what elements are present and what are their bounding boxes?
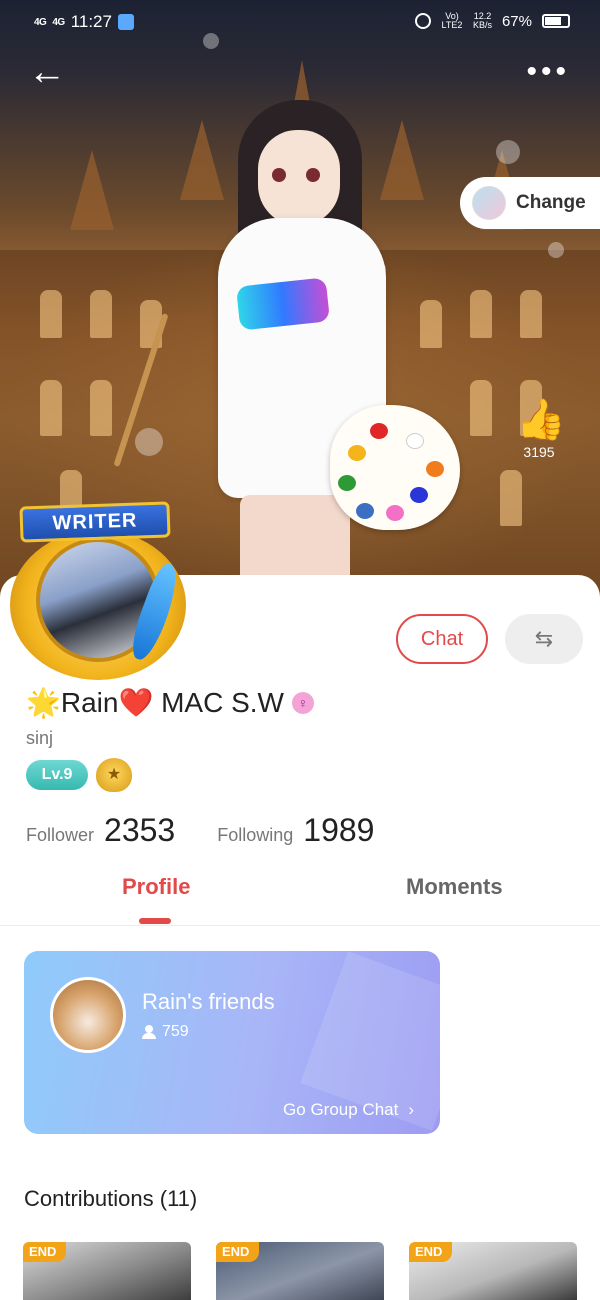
end-badge: END	[216, 1242, 260, 1262]
end-badge: END	[23, 1242, 67, 1262]
volte-indicator: Vo) LTE2	[441, 11, 463, 30]
profile-name: 🌟Rain❤️ MAC S.W	[26, 687, 284, 718]
contribution-book-1[interactable]: END	[23, 1242, 191, 1300]
status-bar: 4G 4G 11:27 Vo) LTE2 12.2 KB/s 67%	[0, 0, 600, 44]
battery-percent: 67%	[501, 12, 532, 30]
go-group-chat-link[interactable]: Go Group Chat ›	[283, 1100, 414, 1120]
go-group-chat-label: Go Group Chat	[283, 1100, 399, 1119]
swap-icon-button[interactable]: ⇆	[505, 614, 583, 664]
app-notification-icon	[117, 14, 134, 30]
more-options-icon[interactable]: •••	[526, 57, 570, 87]
contribution-book-3[interactable]: END	[409, 1242, 577, 1300]
group-title: Rain's friends	[142, 989, 275, 1014]
change-avatar-button[interactable]: Change	[460, 177, 600, 229]
alarm-icon	[414, 13, 431, 29]
group-chat-card[interactable]: Rain's friends 759 Go Group Chat ›	[24, 951, 440, 1134]
end-badge: END	[409, 1242, 453, 1262]
thumbs-up-icon: 👍	[516, 398, 566, 442]
status-time: 11:27	[70, 12, 112, 31]
group-member-count-row: 759	[142, 1023, 189, 1041]
network-indicator-2: 4G	[52, 16, 65, 28]
character-eye-left	[272, 168, 286, 182]
network-speed: 12.2 KB/s	[473, 12, 492, 30]
following-label[interactable]: Following	[217, 825, 293, 846]
network-speed-unit: KB/s	[472, 20, 492, 30]
like-count: 3195	[523, 444, 555, 460]
character-face	[258, 130, 340, 226]
contribution-book-2[interactable]: END	[216, 1242, 384, 1300]
character-legs	[240, 495, 350, 585]
tab-profile[interactable]: Profile	[122, 874, 190, 900]
tab-moments[interactable]: Moments	[406, 874, 503, 900]
active-tab-indicator	[139, 918, 171, 924]
paint-palette	[330, 405, 460, 530]
follower-label[interactable]: Follower	[26, 825, 94, 846]
profile-handle: sinj	[26, 728, 54, 748]
battery-icon	[542, 14, 570, 28]
level-badge[interactable]: Lv.9	[26, 760, 88, 790]
follow-stats: Follower 2353 Following 1989	[26, 812, 416, 849]
profile-avatar-frame[interactable]: WRITER	[4, 500, 186, 682]
medal-icon[interactable]: ★	[96, 758, 132, 792]
profile-name-row: 🌟Rain❤️ MAC S.W ♀	[26, 686, 314, 719]
group-avatar	[50, 977, 126, 1053]
person-icon	[142, 1025, 156, 1039]
profile-tabs: Profile Moments	[0, 862, 600, 926]
group-member-count: 759	[162, 1023, 189, 1040]
character-eye-right	[306, 168, 320, 182]
chat-button[interactable]: Chat	[396, 614, 488, 664]
chevron-right-icon: ›	[408, 1100, 414, 1119]
following-count[interactable]: 1989	[303, 812, 374, 849]
change-label: Change	[516, 192, 586, 213]
shirt-paint-splash	[235, 277, 331, 331]
like-button[interactable]: 👍 3195	[516, 398, 566, 460]
follower-count[interactable]: 2353	[104, 812, 175, 849]
outfit-thumbnail	[472, 186, 506, 220]
back-arrow-icon[interactable]: ←	[28, 52, 72, 96]
network-indicator-1: 4G	[34, 16, 47, 28]
contributions-title: Contributions (11)	[24, 1186, 198, 1211]
writer-badge: WRITER	[19, 501, 171, 543]
gender-female-icon: ♀	[291, 691, 314, 714]
